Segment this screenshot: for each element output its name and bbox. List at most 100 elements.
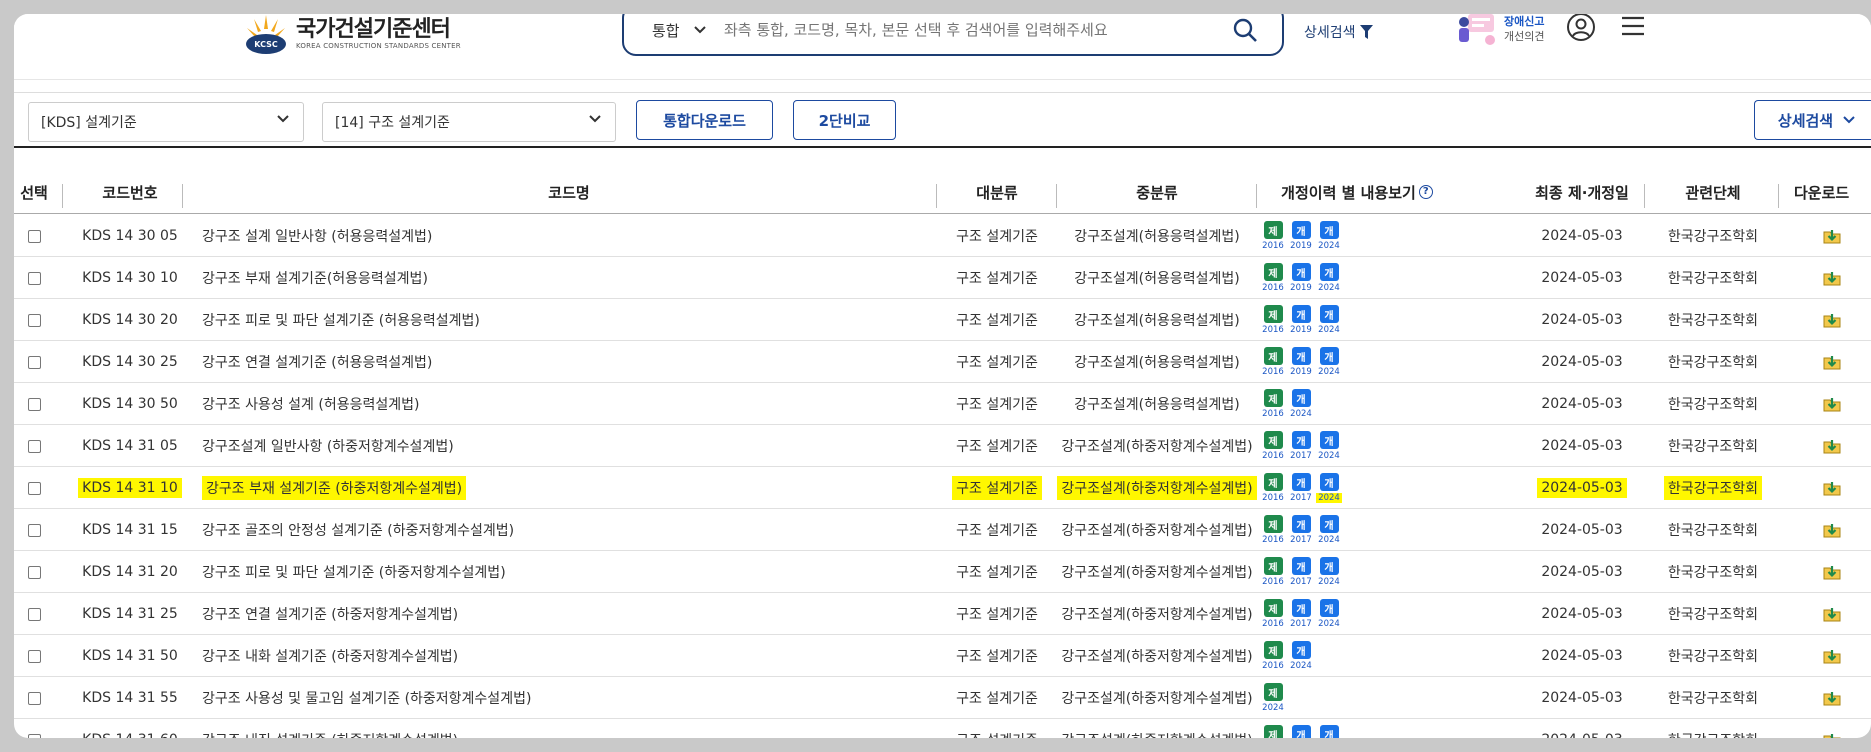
- history-version-link[interactable]: 개 2019: [1290, 305, 1312, 335]
- row-checkbox[interactable]: [27, 229, 41, 243]
- code-number[interactable]: KDS 14 30 05: [82, 228, 178, 244]
- download-all-button[interactable]: 통합다운로드: [636, 100, 773, 140]
- row-checkbox[interactable]: [27, 733, 41, 738]
- table-row[interactable]: KDS 14 30 10 강구조 부재 설계기준(허용응력설계법) 구조 설계기준 강…: [14, 257, 1871, 299]
- table-row[interactable]: KDS 14 31 15 강구조 골조의 안정성 설계기준 (하중저항계수설계법)…: [14, 509, 1871, 551]
- code-number[interactable]: KDS 14 31 55: [82, 690, 178, 706]
- table-row[interactable]: KDS 14 31 60 강구조 내진 설계기준 (하중저항계수설계법) 구조 설계…: [14, 719, 1871, 738]
- code-number[interactable]: KDS 14 30 20: [82, 312, 178, 328]
- code-number[interactable]: KDS 14 31 10: [78, 478, 182, 498]
- history-version-link[interactable]: 개 2017: [1290, 431, 1312, 461]
- download-icon[interactable]: [1822, 310, 1842, 330]
- history-version-link[interactable]: 제2016: [1262, 221, 1284, 251]
- history-version-link[interactable]: 개 2017: [1290, 473, 1312, 503]
- code-number[interactable]: KDS 14 31 50: [82, 648, 178, 664]
- history-version-link[interactable]: 제2016: [1262, 599, 1284, 629]
- help-icon[interactable]: ?: [1418, 185, 1433, 199]
- code-name-link[interactable]: 강구조 설계 일반사항 (허용응력설계법): [202, 226, 432, 246]
- category1-select[interactable]: [KDS] 설계기준: [28, 102, 304, 142]
- col-date[interactable]: 최종 제·개정일: [1514, 170, 1650, 214]
- history-version-link[interactable]: 제2016: [1262, 305, 1284, 335]
- code-number[interactable]: KDS 14 31 25: [82, 606, 178, 622]
- table-row[interactable]: KDS 14 30 25 강구조 연결 설계기준 (허용응력설계법) 구조 설계기준…: [14, 341, 1871, 383]
- history-version-link[interactable]: 개2024: [1316, 473, 1342, 503]
- advanced-search-button[interactable]: 상세검색: [1754, 100, 1871, 140]
- col-org[interactable]: 관련단체: [1646, 170, 1780, 214]
- row-checkbox[interactable]: [27, 271, 41, 285]
- table-row[interactable]: KDS 14 31 55 강구조 사용성 및 물고임 설계기준 (하중저항계수설계…: [14, 677, 1871, 719]
- row-checkbox[interactable]: [27, 397, 41, 411]
- code-number[interactable]: KDS 14 30 10: [82, 270, 178, 286]
- code-number[interactable]: KDS 14 31 60: [82, 732, 178, 738]
- code-name-link[interactable]: 강구조 연결 설계기준 (허용응력설계법): [202, 352, 432, 372]
- row-checkbox[interactable]: [27, 607, 41, 621]
- search-scope-select[interactable]: 통합: [624, 20, 714, 41]
- code-name-link[interactable]: 강구조 내화 설계기준 (하중저항계수설계법): [202, 646, 458, 666]
- col-history[interactable]: 개정이력 별 내용보기 ?: [1258, 170, 1456, 214]
- site-logo[interactable]: KCSC 국가건설기준센터 KOREA CONSTRUCTION STANDAR…: [244, 14, 461, 54]
- table-row[interactable]: KDS 14 30 50 강구조 사용성 설계 (허용응력설계법) 구조 설계기준 강…: [14, 383, 1871, 425]
- row-checkbox[interactable]: [27, 355, 41, 369]
- code-number[interactable]: KDS 14 31 15: [82, 522, 178, 538]
- download-icon[interactable]: [1822, 394, 1842, 414]
- history-version-link[interactable]: 제2016: [1262, 641, 1284, 671]
- download-icon[interactable]: [1822, 436, 1842, 456]
- history-version-link[interactable]: 개2024: [1318, 557, 1340, 587]
- history-version-link[interactable]: 제2016: [1262, 431, 1284, 461]
- code-name-link[interactable]: 강구조 사용성 및 물고임 설계기준 (하중저항계수설계법): [202, 688, 531, 708]
- code-number[interactable]: KDS 14 30 25: [82, 354, 178, 370]
- history-version-link[interactable]: 제2016: [1262, 515, 1284, 545]
- table-row[interactable]: KDS 14 31 25 강구조 연결 설계기준 (하중저항계수설계법) 구조 설계…: [14, 593, 1871, 635]
- history-version-link[interactable]: 제2016: [1262, 473, 1284, 503]
- download-icon[interactable]: [1822, 268, 1842, 288]
- history-version-link[interactable]: 개2024: [1318, 725, 1340, 738]
- code-name-link[interactable]: 강구조 사용성 설계 (허용응력설계법): [202, 394, 419, 414]
- history-version-link[interactable]: 개2024: [1318, 347, 1340, 377]
- history-version-link[interactable]: 개 2019: [1290, 221, 1312, 251]
- col-name[interactable]: 코드명: [184, 170, 954, 214]
- code-name-link[interactable]: 강구조 골조의 안정성 설계기준 (하중저항계수설계법): [202, 520, 514, 540]
- row-checkbox[interactable]: [27, 691, 41, 705]
- download-icon[interactable]: [1822, 520, 1842, 540]
- history-version-link[interactable]: 제2016: [1262, 389, 1284, 419]
- download-icon[interactable]: [1822, 688, 1842, 708]
- advanced-search-link[interactable]: 상세검색: [1304, 22, 1373, 42]
- history-version-link[interactable]: 개 2017: [1290, 599, 1312, 629]
- row-checkbox[interactable]: [27, 313, 41, 327]
- code-name-link[interactable]: 강구조 연결 설계기준 (하중저항계수설계법): [202, 604, 458, 624]
- download-icon[interactable]: [1822, 352, 1842, 372]
- history-version-link[interactable]: 개2024: [1318, 221, 1340, 251]
- download-icon[interactable]: [1822, 478, 1842, 498]
- history-version-link[interactable]: 개2024: [1318, 263, 1340, 293]
- history-version-link[interactable]: 개2024: [1318, 515, 1340, 545]
- history-version-link[interactable]: 개2024: [1318, 599, 1340, 629]
- code-name-link[interactable]: 강구조 부재 설계기준(허용응력설계법): [202, 268, 428, 288]
- col-middle[interactable]: 중분류: [1058, 170, 1256, 214]
- report-link[interactable]: 장애신고 개선의견: [1454, 14, 1544, 48]
- download-icon[interactable]: [1822, 226, 1842, 246]
- history-version-link[interactable]: 개2024: [1290, 389, 1312, 419]
- table-row[interactable]: KDS 14 31 20 강구조 피로 및 파단 설계기준 (하중저항계수설계법)…: [14, 551, 1871, 593]
- code-number[interactable]: KDS 14 30 50: [82, 396, 178, 412]
- col-code[interactable]: 코드번호: [64, 170, 196, 214]
- row-checkbox[interactable]: [27, 439, 41, 453]
- history-version-link[interactable]: 개 2019: [1290, 263, 1312, 293]
- category2-select[interactable]: [14] 구조 설계기준: [322, 102, 616, 142]
- history-version-link[interactable]: 개 2019: [1290, 347, 1312, 377]
- history-version-link[interactable]: 개2024: [1318, 431, 1340, 461]
- table-row[interactable]: KDS 14 31 05 강구조설계 일반사항 (하중저항계수설계법) 구조 설계기…: [14, 425, 1871, 467]
- search-input[interactable]: [714, 15, 1232, 45]
- history-version-link[interactable]: 제2016: [1262, 557, 1284, 587]
- history-version-link[interactable]: 제2016: [1262, 725, 1284, 738]
- user-account-icon[interactable]: [1566, 14, 1596, 42]
- download-icon[interactable]: [1822, 646, 1842, 666]
- download-icon[interactable]: [1822, 604, 1842, 624]
- history-version-link[interactable]: 개2024: [1290, 641, 1312, 671]
- code-name-link[interactable]: 강구조설계 일반사항 (하중저항계수설계법): [202, 436, 454, 456]
- code-name-link[interactable]: 강구조 피로 및 파단 설계기준 (하중저항계수설계법): [202, 562, 506, 582]
- code-name-link[interactable]: 강구조 내진 설계기준 (하중저항계수설계법): [202, 730, 458, 738]
- code-name-link[interactable]: 강구조 피로 및 파단 설계기준 (허용응력설계법): [202, 310, 480, 330]
- history-version-link[interactable]: 제2016: [1262, 263, 1284, 293]
- code-number[interactable]: KDS 14 31 05: [82, 438, 178, 454]
- hamburger-menu-icon[interactable]: [1620, 14, 1646, 38]
